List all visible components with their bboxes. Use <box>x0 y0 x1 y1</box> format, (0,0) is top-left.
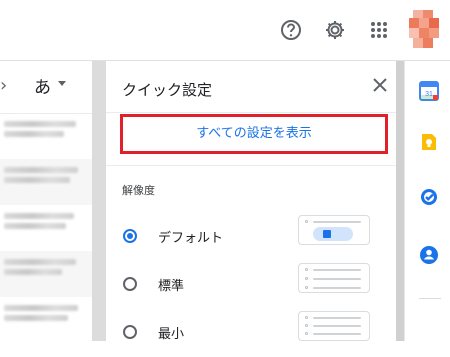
input-tools-button[interactable]: あ <box>34 73 51 98</box>
side-panel: 31 <box>404 61 450 341</box>
list-item[interactable] <box>0 297 92 343</box>
message-list: › あ <box>0 61 92 341</box>
help-icon[interactable] <box>277 16 305 44</box>
list-item[interactable] <box>0 159 92 205</box>
keep-icon[interactable] <box>419 132 439 152</box>
apps-icon[interactable] <box>365 16 393 44</box>
density-section-label: 解像度 <box>122 184 155 197</box>
density-option-default[interactable]: デフォルト <box>106 215 396 261</box>
density-option-comfortable[interactable]: 標準 <box>106 263 396 309</box>
radio-selected[interactable] <box>123 229 137 243</box>
tasks-icon[interactable] <box>419 187 439 207</box>
radio-unselected[interactable] <box>123 277 137 291</box>
list-scrollbar[interactable] <box>92 61 106 341</box>
list-item[interactable] <box>0 113 92 159</box>
list-item[interactable] <box>0 251 92 297</box>
divider <box>106 112 396 113</box>
close-icon[interactable] <box>370 75 390 95</box>
list-item[interactable] <box>0 205 92 251</box>
calendar-icon[interactable]: 31 <box>419 81 439 101</box>
option-label: デフォルト <box>158 231 224 246</box>
avatar[interactable] <box>403 8 443 50</box>
list-toolbar: › あ <box>0 61 92 114</box>
settings-icon[interactable] <box>321 16 349 44</box>
density-compact-preview <box>298 311 370 341</box>
divider <box>106 165 396 166</box>
caret-down-icon[interactable] <box>58 81 66 86</box>
option-label: 標準 <box>158 279 185 294</box>
option-label: 最小 <box>158 327 185 342</box>
top-bar <box>0 0 450 61</box>
see-all-settings-button[interactable]: すべての設定を表示 <box>120 114 388 154</box>
quick-settings-panel: クイック設定 すべての設定を表示 解像度 デフォルト 標準 最小 <box>106 61 396 342</box>
density-option-compact[interactable]: 最小 <box>106 311 396 357</box>
divider <box>419 298 441 299</box>
panel-scrollbar[interactable] <box>396 61 404 341</box>
radio-unselected[interactable] <box>123 325 137 339</box>
svg-text:31: 31 <box>425 91 433 98</box>
panel-title: クイック設定 <box>122 81 213 99</box>
contacts-icon[interactable] <box>419 245 439 265</box>
density-comfortable-preview <box>298 263 370 293</box>
chevron-right-icon[interactable]: › <box>0 75 7 96</box>
density-default-preview <box>298 215 370 245</box>
